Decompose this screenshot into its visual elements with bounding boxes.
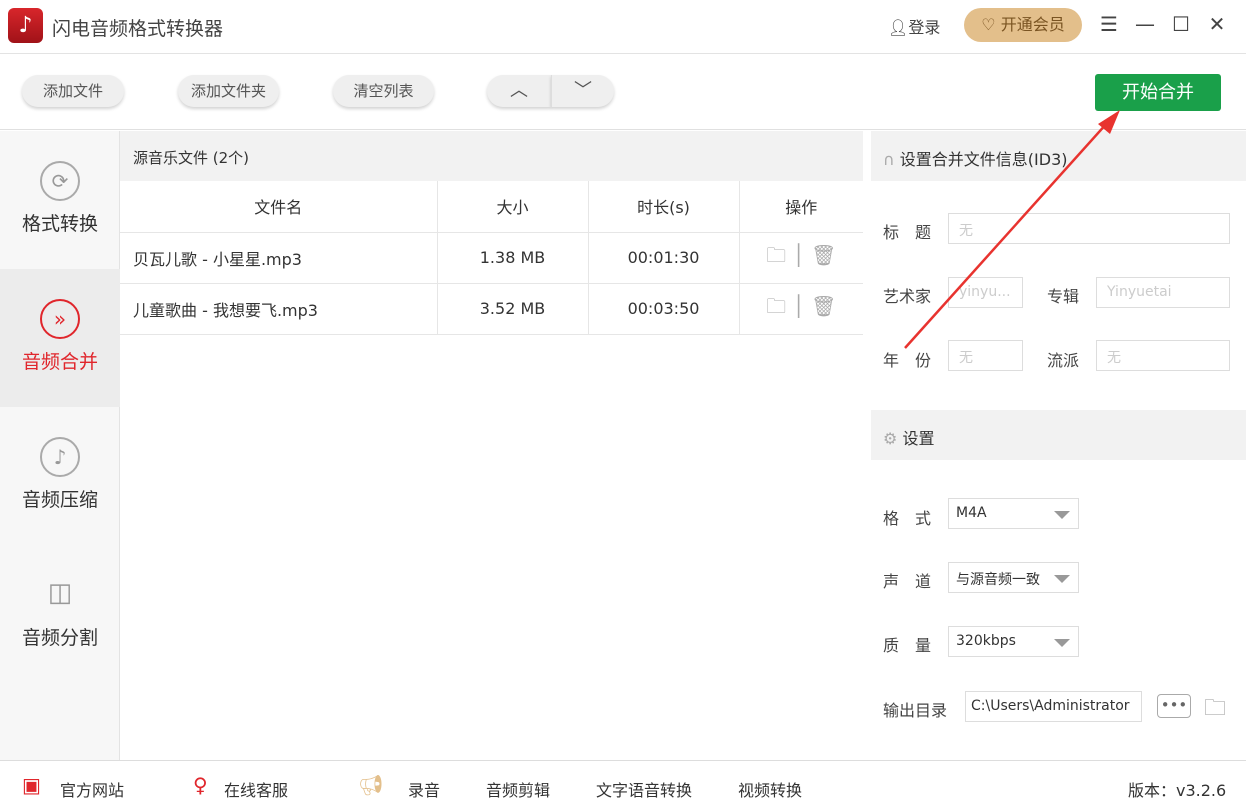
sidebar-item-format-convert[interactable]: ⟳ 格式转换 (0, 131, 120, 269)
quality-label: 质 量 (883, 636, 932, 655)
artist-label: 艺术家 (883, 287, 932, 306)
vip-button[interactable]: ♡ 开通会员 (964, 8, 1082, 42)
start-merge-button[interactable]: 开始合并 (1095, 74, 1221, 111)
table-header: 文件名 大小 时长(s) 操作 (120, 181, 863, 233)
diamond-icon: ♡ (981, 15, 1001, 34)
file-name: 儿童歌曲 - 我想要飞.mp3 (120, 283, 437, 335)
support-icon: ♀ (193, 773, 208, 797)
channel-select[interactable]: 与源音频一致 (948, 562, 1079, 593)
file-size: 1.38 MB (436, 232, 588, 284)
megaphone-icon: 📢︎ (358, 773, 384, 797)
trash-icon[interactable]: 🗑︎ (811, 243, 836, 267)
output-dir-input[interactable]: C:\Users\Administrator (965, 691, 1142, 722)
support-link[interactable]: 在线客服 (224, 777, 288, 801)
album-input[interactable]: Yinyuetai (1096, 277, 1230, 308)
add-folder-button[interactable]: 添加文件夹 (178, 75, 279, 107)
file-list-panel: 源音乐文件 (2个) 文件名 大小 时长(s) 操作 贝瓦儿歌 - 小星星.mp… (120, 131, 863, 760)
split-icon: ◫ (47, 578, 73, 608)
chevron-down-icon: ﹀ (574, 80, 592, 101)
add-file-button[interactable]: 添加文件 (22, 75, 124, 107)
quality-select[interactable]: 320kbps (948, 626, 1079, 657)
video-convert-link[interactable]: 视频转换 (738, 777, 802, 801)
trash-icon[interactable]: 🗑︎ (811, 294, 836, 318)
move-up-button[interactable]: ︿ (487, 75, 551, 107)
settings-panel: ∩ 设置合并文件信息(ID3) 标 题 无 艺术家 yinyu... 专辑 Yi… (871, 131, 1246, 760)
sidebar: ⟳ 格式转换 » 音频合并 ♪ 音频压缩 ◫ 音频分割 (0, 131, 120, 760)
merge-icon: » (40, 299, 80, 339)
refresh-icon: ⟳ (40, 161, 80, 201)
year-input[interactable]: 无 (948, 340, 1023, 371)
menu-icon[interactable]: ☰ (1097, 12, 1121, 36)
app-title: 闪电音频格式转换器 (52, 18, 224, 40)
maximize-icon[interactable]: ☐ (1169, 12, 1193, 36)
close-icon[interactable]: ✕ (1205, 12, 1229, 36)
user-icon: 👤︎ (888, 18, 909, 37)
dropdown-arrow-icon (1054, 575, 1070, 583)
table-row[interactable]: 儿童歌曲 - 我想要飞.mp3 3.52 MB 00:03:50 🗀︎ │ 🗑︎ (120, 283, 863, 335)
sidebar-item-audio-merge[interactable]: » 音频合并 (0, 269, 120, 407)
id3-header: ∩ 设置合并文件信息(ID3) (871, 131, 1246, 181)
folder-icon[interactable]: 🗀︎ (766, 243, 786, 267)
artist-input[interactable]: yinyu... (948, 277, 1023, 308)
file-list-header: 源音乐文件 (2个) (120, 131, 863, 181)
file-duration: 00:01:30 (587, 232, 739, 284)
year-label: 年 份 (883, 351, 932, 370)
record-link[interactable]: 录音 (408, 777, 440, 801)
title-input[interactable]: 无 (948, 213, 1230, 244)
login-button[interactable]: 👤︎登录 (888, 14, 940, 38)
genre-input[interactable]: 无 (1096, 340, 1230, 371)
toolbar: 添加文件 添加文件夹 清空列表 ︿ ﹀ 开始合并 (0, 55, 1246, 130)
clear-list-button[interactable]: 清空列表 (333, 75, 434, 107)
monitor-icon: ▣ (22, 773, 41, 797)
chevron-up-icon: ︿ (510, 80, 528, 101)
app-logo-icon: ♪ (8, 8, 43, 43)
format-select[interactable]: M4A (948, 498, 1079, 529)
browse-button[interactable]: ••• (1157, 694, 1191, 718)
folder-icon[interactable]: 🗀︎ (766, 294, 786, 318)
website-link[interactable]: 官方网站 (60, 777, 124, 801)
column-filename: 文件名 (120, 181, 437, 233)
gear-icon: ⚙ (883, 429, 903, 448)
sidebar-item-audio-compress[interactable]: ♪ 音频压缩 (0, 407, 120, 545)
table-row[interactable]: 贝瓦儿歌 - 小星星.mp3 1.38 MB 00:01:30 🗀︎ │ 🗑︎ (120, 232, 863, 284)
column-actions: 操作 (738, 181, 863, 233)
format-label: 格 式 (883, 509, 932, 528)
move-down-button[interactable]: ﹀ (551, 75, 614, 107)
title-bar: ♪ 闪电音频格式转换器 👤︎登录 ♡ 开通会员 ☰ — ☐ ✕ (0, 0, 1246, 54)
column-size: 大小 (436, 181, 588, 233)
file-name: 贝瓦儿歌 - 小星星.mp3 (120, 232, 437, 284)
settings-header: ⚙ 设置 (871, 410, 1246, 460)
file-duration: 00:03:50 (587, 283, 739, 335)
dropdown-arrow-icon (1054, 511, 1070, 519)
minimize-icon[interactable]: — (1133, 12, 1157, 36)
headphones-icon: ∩ (883, 150, 900, 169)
open-folder-icon[interactable]: 🗀︎ (1204, 691, 1226, 729)
genre-label: 流派 (1047, 351, 1080, 370)
sidebar-item-audio-split[interactable]: ◫ 音频分割 (0, 545, 120, 683)
dropdown-arrow-icon (1054, 639, 1070, 647)
version-label: 版本：v3.2.6 (1128, 781, 1227, 800)
output-label: 输出目录 (883, 701, 948, 720)
footer: ▣ 官方网站 ♀ 在线客服 📢︎ 录音 音频剪辑 文字语音转换 视频转换 版本：… (0, 760, 1246, 808)
audio-edit-link[interactable]: 音频剪辑 (486, 777, 550, 801)
title-label: 标 题 (883, 223, 932, 242)
music-note-icon: ♪ (40, 437, 80, 477)
file-table: 文件名 大小 时长(s) 操作 贝瓦儿歌 - 小星星.mp3 1.38 MB 0… (120, 181, 863, 335)
channel-label: 声 道 (883, 572, 932, 591)
file-size: 3.52 MB (436, 283, 588, 335)
column-duration: 时长(s) (587, 181, 739, 233)
tts-link[interactable]: 文字语音转换 (596, 777, 692, 801)
album-label: 专辑 (1047, 287, 1080, 306)
